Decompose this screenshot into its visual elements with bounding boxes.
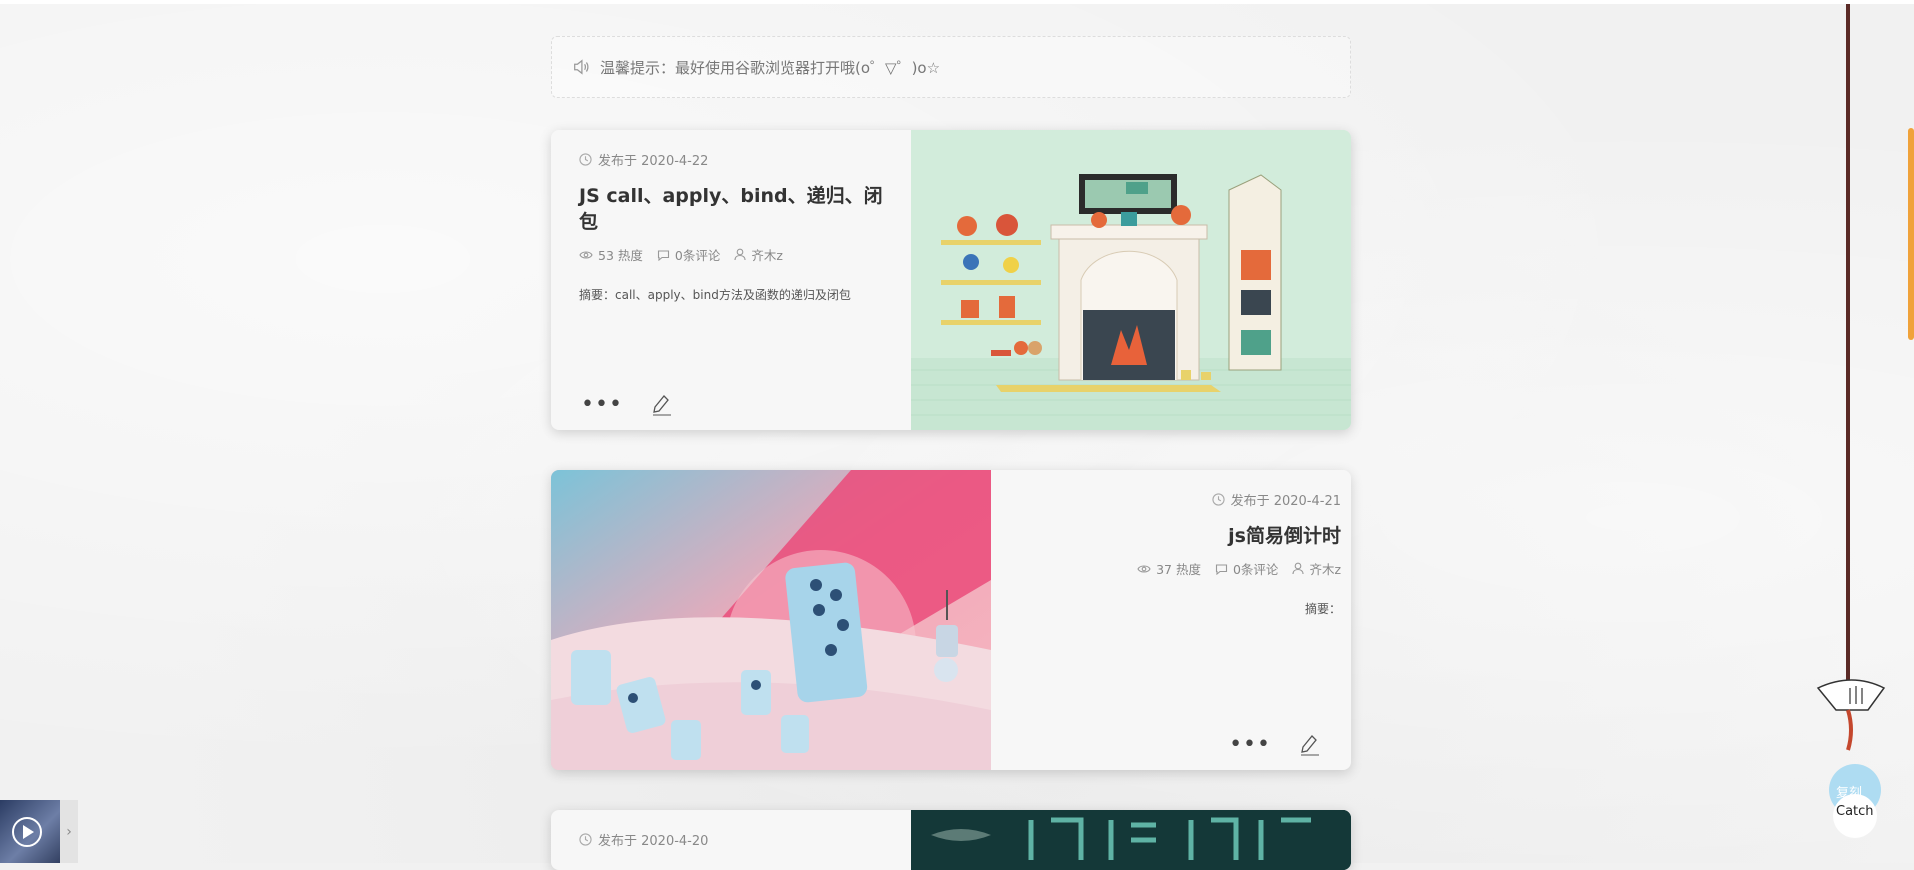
post-date-text: 发布于 2020-4-21 (1230, 494, 1341, 509)
post-info: 发布于 2020-4-21 js简易倒计时 37 热度 0条评论 齐木z 摘要：… (991, 470, 1351, 770)
post-title[interactable]: JS call、apply、bind、递归、闭包 (579, 183, 883, 235)
user-icon (1292, 562, 1304, 575)
edit-icon[interactable] (1299, 734, 1321, 756)
post-stats: 37 热度 0条评论 齐木z (1011, 559, 1341, 578)
fireplace-illustration (911, 130, 1351, 430)
post-thumbnail[interactable] (911, 130, 1351, 430)
more-icon[interactable]: ••• (1229, 734, 1271, 756)
post-date: 发布于 2020-4-22 (579, 150, 883, 169)
eye-icon (1137, 564, 1151, 573)
post-summary: 摘要： (1304, 602, 1341, 616)
catch-label[interactable]: Catch (1836, 804, 1874, 819)
speaker-icon (574, 59, 589, 75)
clock-icon (579, 153, 592, 166)
edit-icon[interactable] (651, 394, 673, 416)
post-actions: ••• (1229, 734, 1321, 756)
views-count: 53 热度 (598, 248, 643, 263)
post-thumbnail[interactable] (551, 470, 991, 770)
post-summary: 摘要：call、apply、bind方法及函数的递归及闭包 (579, 288, 851, 302)
comment-icon (657, 249, 669, 261)
post-title[interactable]: js简易倒计时 (1011, 523, 1341, 549)
comment-icon (1215, 563, 1228, 575)
more-icon[interactable]: ••• (581, 394, 623, 416)
views-count: 37 热度 (1156, 562, 1201, 577)
chevron-right-icon: › (66, 823, 72, 840)
post-info: 发布于 2020-4-22 JS call、apply、bind、递归、闭包 5… (551, 130, 911, 430)
top-bar-edge (0, 0, 1914, 4)
catch-copy-text[interactable]: 复刻 (1836, 782, 1862, 801)
post-date: 发布于 2020-4-21 (1011, 490, 1341, 509)
comments-count[interactable]: 0条评论 (675, 245, 720, 264)
user-icon (734, 248, 746, 261)
post-actions: ••• (581, 394, 673, 416)
graveyard-illustration (551, 470, 991, 770)
play-icon[interactable] (10, 815, 44, 849)
author-name[interactable]: 齐木z (1309, 559, 1341, 578)
post-card[interactable]: 发布于 2020-4-21 js简易倒计时 37 热度 0条评论 齐木z 摘要：… (551, 470, 1351, 770)
notice-bar: 温馨提示：最好使用谷歌浏览器打开哦(o゜▽゜)o☆ (551, 36, 1351, 98)
notice-text: 温馨提示：最好使用谷歌浏览器打开哦(o゜▽゜)o☆ (600, 58, 941, 77)
post-date-text: 发布于 2020-4-22 (598, 154, 709, 169)
clock-icon (579, 833, 592, 846)
clock-icon (1211, 493, 1225, 506)
comments-count[interactable]: 0条评论 (1233, 559, 1278, 578)
post-stats: 53 热度 0条评论 齐木z (579, 245, 883, 264)
post-date: 发布于 2020-4-20 (579, 830, 883, 849)
post-card[interactable]: 发布于 2020-4-22 JS call、apply、bind、递归、闭包 5… (551, 130, 1351, 430)
author-name[interactable]: 齐木z (751, 245, 783, 264)
scroll-indicator[interactable] (1908, 128, 1914, 340)
neon-sign-illustration (911, 810, 1351, 870)
player-toggle[interactable]: › (60, 800, 78, 863)
eye-icon (579, 250, 593, 259)
hanging-rope (1846, 4, 1850, 694)
post-card[interactable]: 发布于 2020-4-20 (551, 810, 1351, 870)
post-thumbnail[interactable] (911, 810, 1351, 870)
post-info: 发布于 2020-4-20 (551, 810, 911, 870)
post-date-text: 发布于 2020-4-20 (598, 834, 709, 849)
